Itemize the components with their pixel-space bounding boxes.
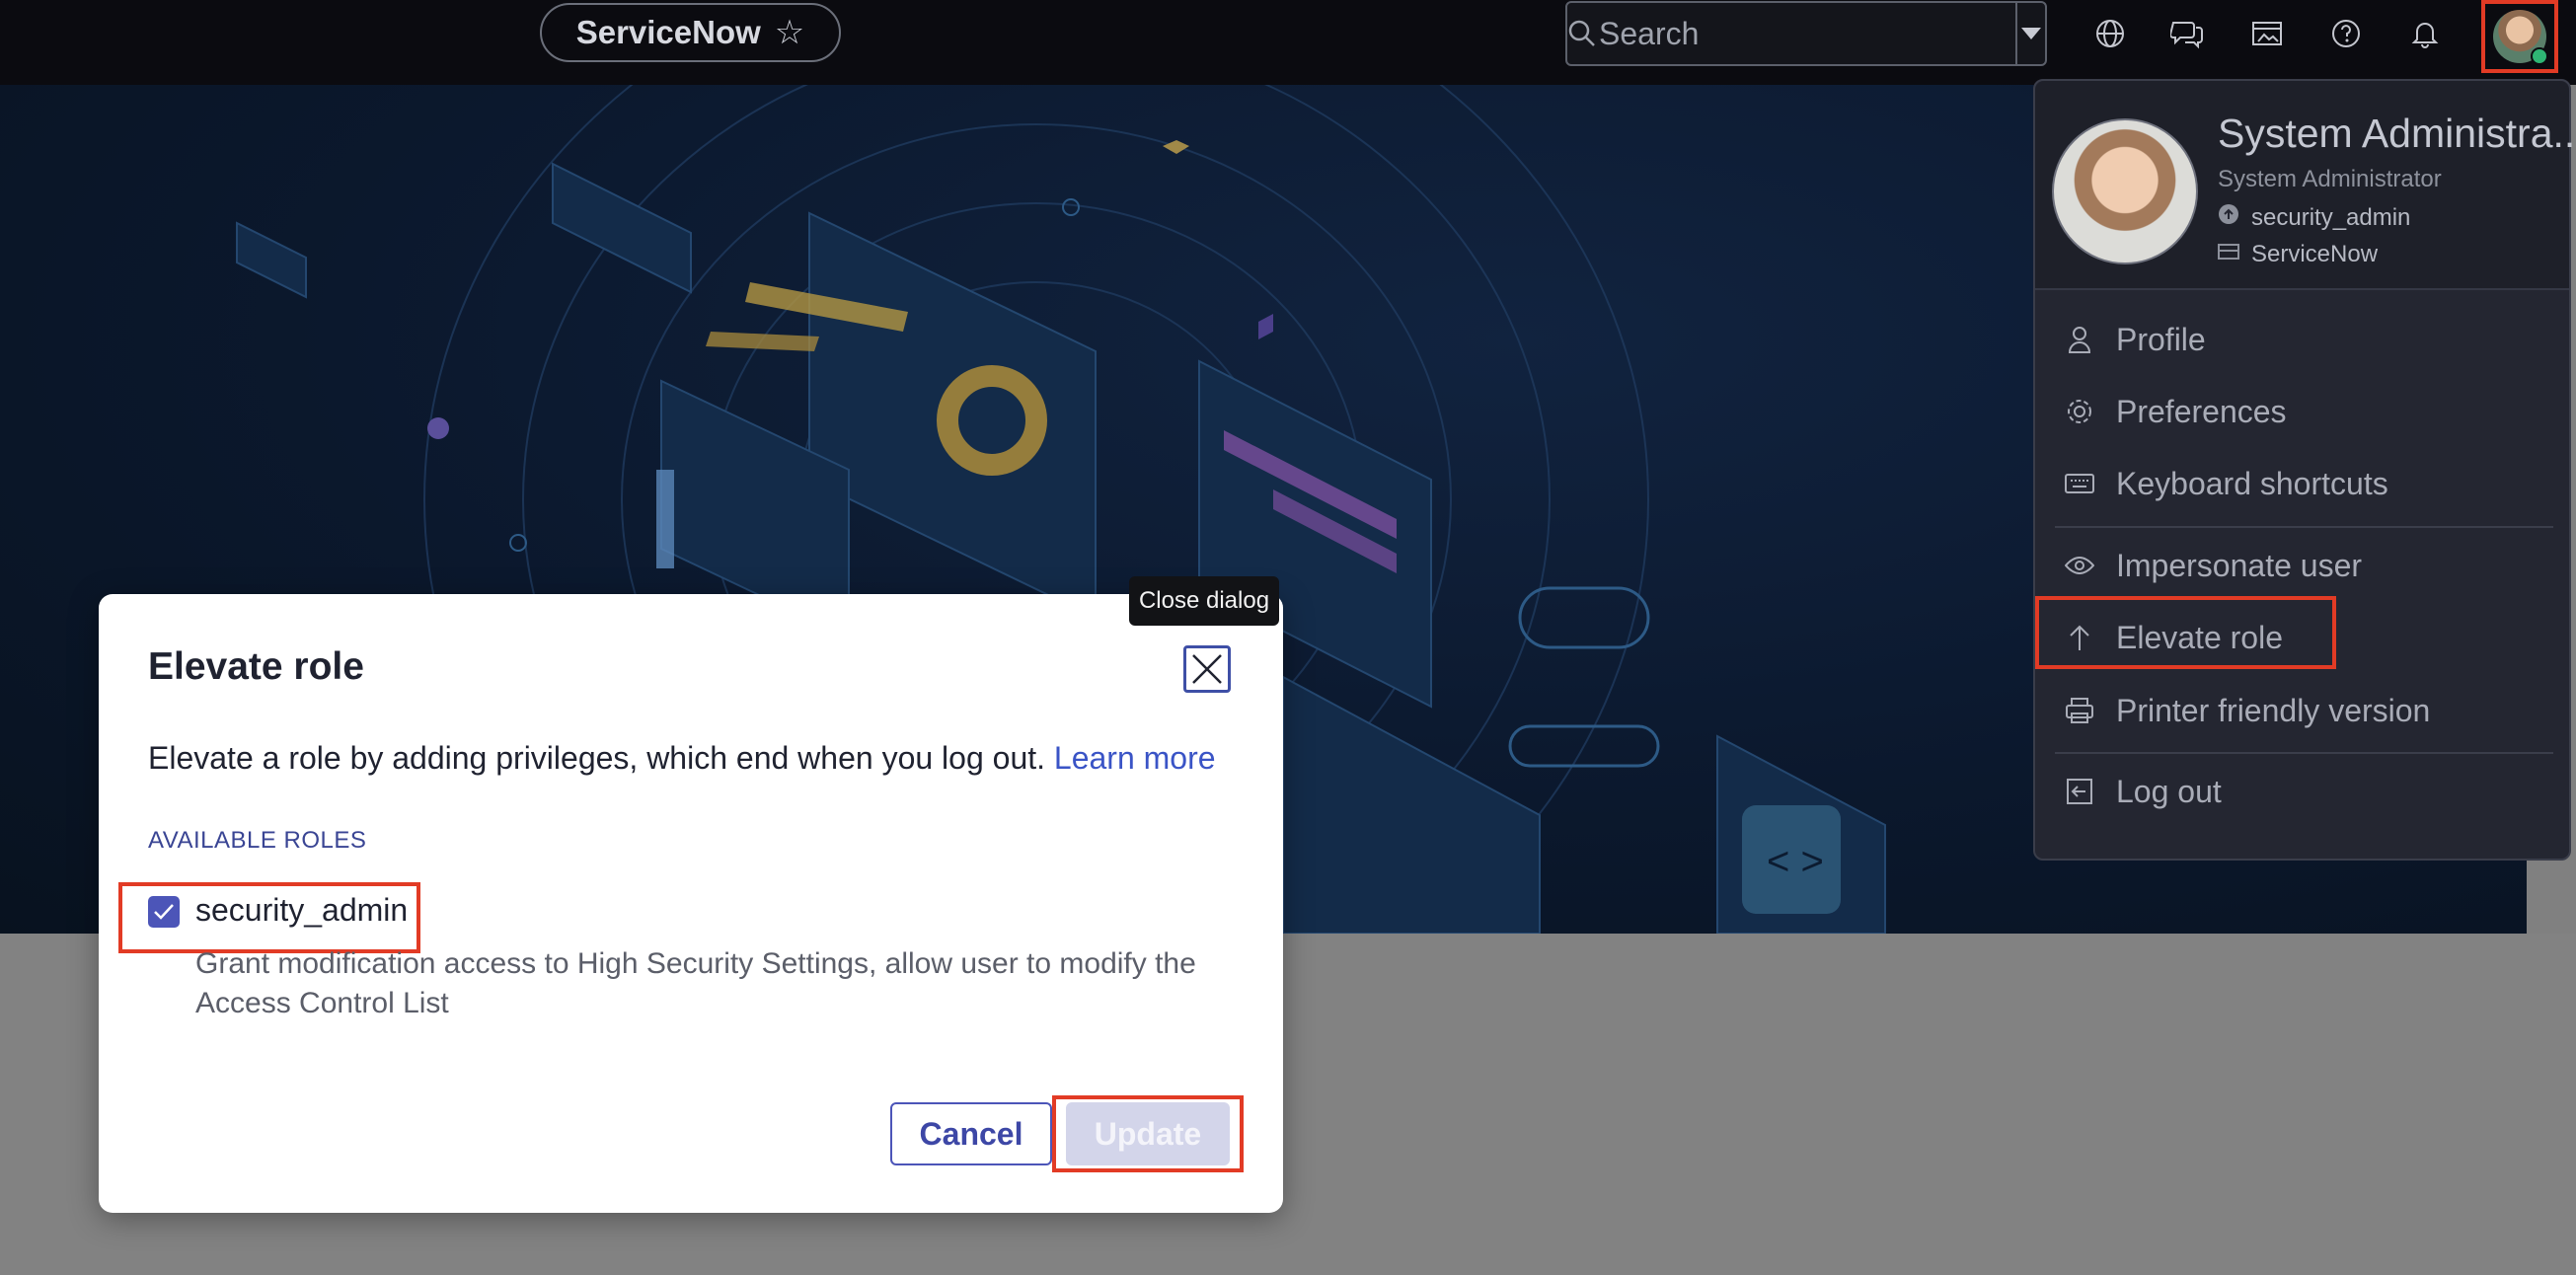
logout-icon: [2065, 777, 2094, 806]
menu-item-preferences[interactable]: Preferences: [2065, 384, 2287, 439]
menu-item-profile[interactable]: Profile: [2065, 312, 2206, 367]
available-roles-label: AVAILABLE ROLES: [148, 827, 367, 854]
elevated-role-name: security_admin: [2251, 203, 2411, 231]
close-dialog-button[interactable]: [1183, 645, 1231, 693]
role-name[interactable]: security_admin: [195, 892, 408, 929]
menu-item-printer-friendly[interactable]: Printer friendly version: [2065, 683, 2430, 738]
dialog-title: Elevate role: [148, 645, 364, 688]
top-navigation-bar: ServiceNow ☆: [0, 0, 2576, 85]
printer-icon: [2065, 696, 2094, 725]
close-dialog-tooltip: Close dialog: [1129, 576, 1279, 626]
svg-text:< >: < >: [1767, 840, 1824, 883]
app-name: ServiceNow: [575, 14, 761, 50]
gear-icon: [2065, 397, 2094, 426]
search-input[interactable]: [1597, 2, 2015, 65]
menu-item-label: Preferences: [2116, 393, 2287, 429]
help-icon[interactable]: [2326, 14, 2366, 53]
menu-divider: [2055, 526, 2553, 528]
showcase-icon[interactable]: [2247, 14, 2287, 53]
elevate-role-highlight: [2035, 596, 2336, 669]
globe-icon[interactable]: [2090, 14, 2130, 53]
search-icon: [1567, 19, 1597, 48]
learn-more-link[interactable]: Learn more: [1054, 740, 1216, 776]
menu-item-keyboard-shortcuts[interactable]: Keyboard shortcuts: [2065, 456, 2388, 511]
instance-name: ServiceNow: [2251, 241, 2379, 267]
global-search: [1565, 1, 2047, 66]
role-checkbox[interactable]: [148, 896, 180, 928]
star-icon[interactable]: ☆: [775, 13, 804, 52]
instance-icon: [2218, 241, 2239, 268]
user-title: System Administrator: [2218, 166, 2442, 192]
elevate-role-dialog: Elevate role Elevate a role by adding pr…: [99, 594, 1283, 1213]
menu-item-label: Profile: [2116, 321, 2206, 357]
cancel-button[interactable]: Cancel: [890, 1102, 1052, 1165]
user-menu-dropdown: System Administra... System Administrato…: [2033, 79, 2576, 861]
person-icon: [2065, 325, 2094, 354]
instance-indicator: ServiceNow: [2218, 241, 2378, 268]
checkmark-icon: [154, 904, 174, 920]
menu-divider: [2055, 752, 2553, 754]
close-icon: [1192, 654, 1222, 684]
user-info-header: System Administra... System Administrato…: [2035, 81, 2576, 290]
user-avatar-button[interactable]: [2481, 0, 2558, 73]
menu-item-label: Printer friendly version: [2116, 692, 2431, 728]
eye-icon: [2065, 551, 2094, 580]
dialog-description-text: Elevate a role by adding privileges, whi…: [148, 740, 1046, 776]
dialog-description: Elevate a role by adding privileges, whi…: [148, 740, 1216, 777]
role-description: Grant modification access to High Securi…: [195, 947, 1196, 1019]
keyboard-icon: [2065, 469, 2094, 498]
online-status-icon: [2531, 47, 2548, 65]
menu-item-log-out[interactable]: Log out: [2065, 764, 2222, 819]
user-name: System Administra...: [2218, 111, 2576, 156]
bell-icon[interactable]: [2405, 14, 2445, 53]
avatar: [2052, 118, 2198, 264]
app-name-pill[interactable]: ServiceNow ☆: [540, 3, 841, 62]
elevated-role-indicator: security_admin: [2218, 203, 2410, 232]
arrow-up-circle-icon: [2218, 203, 2239, 232]
chat-icon[interactable]: [2167, 14, 2207, 53]
menu-item-label: Log out: [2116, 773, 2222, 809]
avatar: [2493, 10, 2548, 65]
menu-item-label: Keyboard shortcuts: [2116, 465, 2388, 501]
search-scope-dropdown[interactable]: [2015, 3, 2045, 64]
menu-item-label: Impersonate user: [2116, 547, 2363, 583]
update-button[interactable]: Update: [1066, 1102, 1230, 1165]
menu-item-impersonate-user[interactable]: Impersonate user: [2065, 538, 2362, 593]
